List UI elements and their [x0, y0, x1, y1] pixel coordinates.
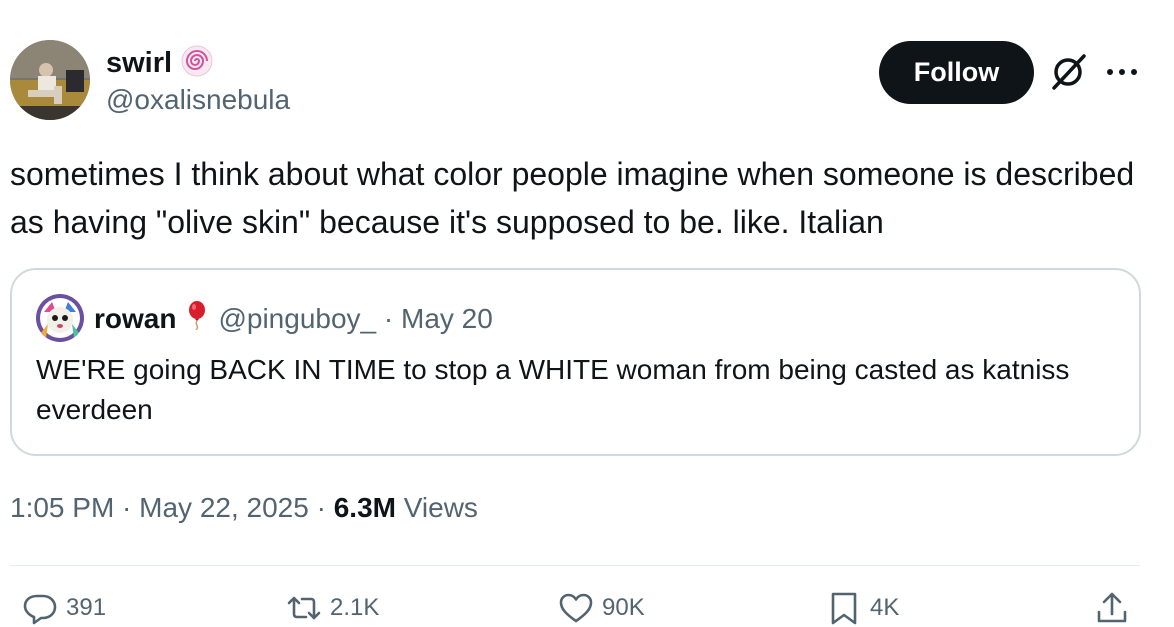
share-icon [1097, 592, 1127, 623]
red-balloon-icon [186, 300, 208, 337]
author-name[interactable]: swirl [106, 47, 172, 80]
repost-button[interactable]: 2.1K [286, 590, 379, 626]
grok-icon[interactable] [1048, 52, 1088, 92]
views-count: 6.3M [333, 492, 396, 523]
action-bar: 391 2.1K 90K 4K [0, 590, 1174, 627]
like-count: 90K [602, 594, 645, 621]
tweet-timestamp[interactable]: 1:05 PM · May 22, 2025 · [10, 492, 334, 523]
divider [10, 565, 1140, 566]
more-options-icon[interactable] [1102, 58, 1142, 86]
quoted-tweet-text: WE'RE going BACK IN TIME to stop a WHITE… [36, 354, 1070, 425]
bookmark-icon [831, 592, 857, 625]
views-label: Views [395, 492, 478, 523]
reply-count: 391 [66, 594, 107, 621]
quoted-tweet[interactable]: rowan @pinguboy_ · May 20 WE'RE going BA… [10, 268, 1141, 456]
tweet-meta: 1:05 PM · May 22, 2025 · 6.3M Views [10, 492, 478, 524]
tweet-text: sometimes I think about what color peopl… [10, 156, 1135, 240]
bookmark-button[interactable]: 4K [826, 590, 899, 626]
follow-button[interactable]: Follow [879, 41, 1034, 104]
bookmark-count: 4K [870, 594, 900, 621]
like-button[interactable]: 90K [558, 590, 645, 626]
quoted-author-avatar[interactable] [36, 294, 84, 342]
quoted-handle-date[interactable]: @pinguboy_ · May 20 [218, 303, 492, 335]
author-avatar[interactable] [10, 40, 90, 120]
quoted-author-name[interactable]: rowan [94, 303, 176, 335]
swirl-emoji-icon [180, 44, 214, 83]
reply-icon [23, 594, 57, 625]
repost-icon [287, 596, 321, 620]
reply-button[interactable]: 391 [22, 590, 106, 626]
share-button[interactable] [1094, 590, 1130, 626]
heart-icon [559, 593, 593, 623]
author-handle[interactable]: @oxalisnebula [106, 84, 290, 116]
repost-count: 2.1K [330, 594, 380, 621]
